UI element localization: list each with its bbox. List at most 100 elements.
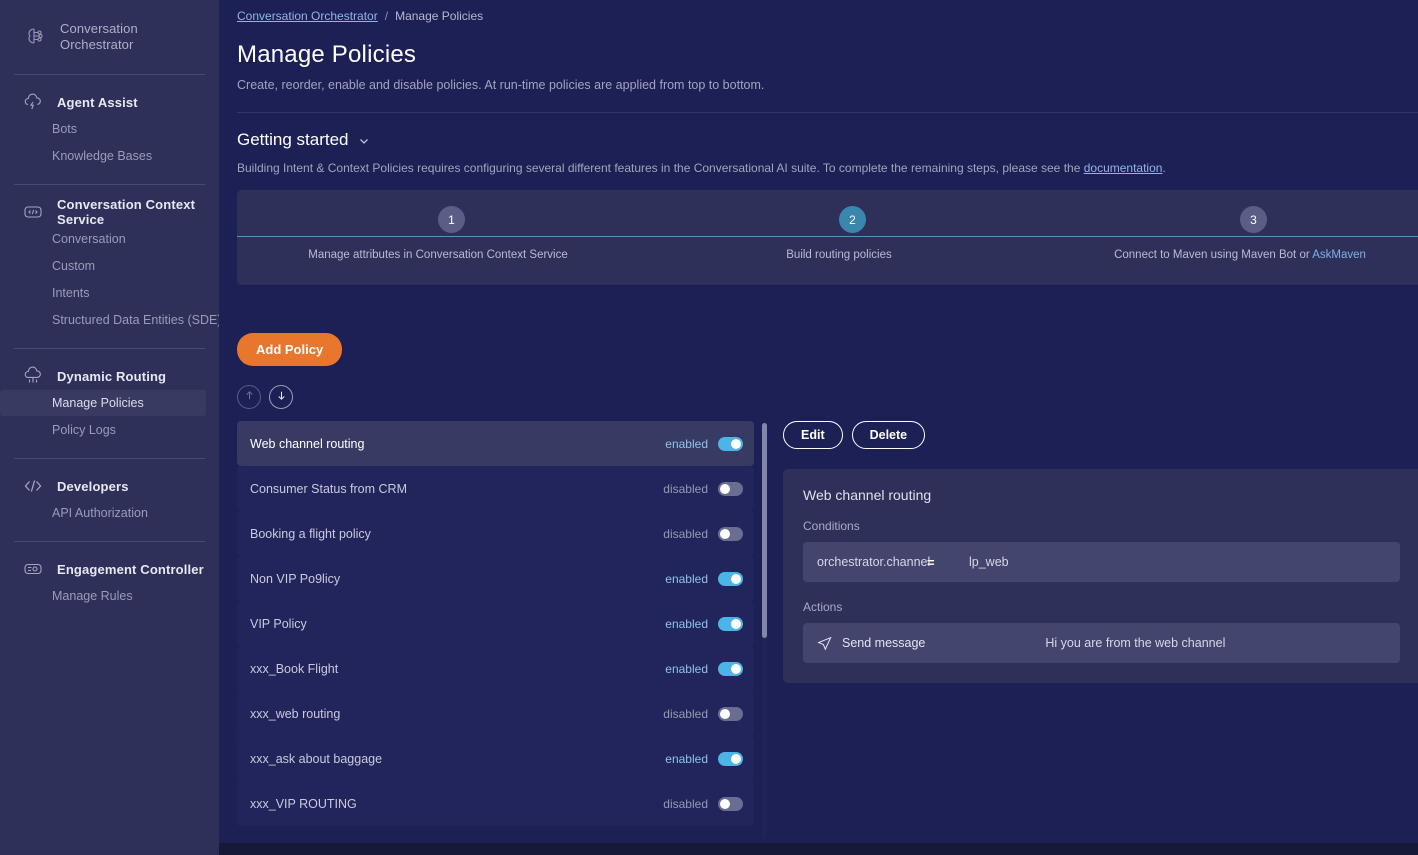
brand-line-2: Orchestrator	[60, 37, 134, 52]
stepper-step-label: Build routing policies	[786, 249, 892, 261]
sidebar-item-manage-policies[interactable]: Manage Policies	[0, 390, 206, 416]
gs-desc-before: Building Intent & Context Policies requi…	[237, 161, 1084, 175]
brain-network-icon	[22, 24, 48, 50]
cloud-lightning-icon	[22, 91, 44, 113]
conditions-label: Conditions	[803, 519, 860, 533]
stepper-line	[237, 236, 1418, 237]
toggle-knob	[731, 753, 741, 764]
policy-row[interactable]: xxx_web routing disabled	[237, 691, 754, 736]
arrow-up-icon	[243, 389, 256, 405]
policy-row[interactable]: VIP Policy enabled	[237, 601, 754, 646]
policy-row-name: Booking a flight policy	[250, 526, 371, 541]
getting-started-header[interactable]: Getting started	[219, 113, 1418, 150]
stepper-step-number: 2	[839, 206, 866, 233]
delete-button[interactable]: Delete	[851, 421, 926, 449]
policy-row[interactable]: xxx_VIP ROUTING disabled	[237, 781, 754, 826]
policy-row-toggle[interactable]	[718, 436, 743, 451]
policy-row[interactable]: Consumer Status from CRM disabled	[237, 466, 754, 511]
add-policy-button[interactable]: Add Policy	[237, 333, 343, 366]
sidebar-item-intents[interactable]: Intents	[0, 280, 206, 306]
sidebar-section-agent-assist[interactable]: Agent Assist	[0, 89, 219, 115]
brand-text: Conversation Orchestrator	[60, 21, 138, 53]
action-row: Send message Hi you are from the web chan…	[803, 623, 1400, 663]
policy-row[interactable]: xxx_Book Flight enabled	[237, 646, 754, 691]
action-name: Send message	[842, 636, 926, 650]
toggle-knob	[720, 798, 730, 809]
policy-row-toggle[interactable]	[718, 706, 743, 721]
sidebar-item-api-authorization[interactable]: API Authorization	[0, 500, 206, 526]
sidebar-section-label: Developers	[57, 478, 129, 494]
policy-row-toggle[interactable]	[718, 661, 743, 676]
policies-columns: Web channel routing enabled Consumer Statu…	[237, 421, 1418, 841]
policy-row-toggle[interactable]	[718, 571, 743, 586]
breadcrumb-separator: /	[384, 9, 389, 23]
sidebar-section-conversation-context-service[interactable]: Conversation Context Service	[0, 197, 219, 227]
sidebar-section-label: Engagement Controller	[57, 561, 204, 577]
sidebar-item-structured-data-entities-sde-[interactable]: Structured Data Entities (SDE)	[0, 307, 219, 333]
code-bubble-icon	[22, 201, 44, 223]
sidebar: Conversation Orchestrator Agent Assist Bo…	[0, 0, 219, 855]
condition-value: lp_web	[969, 555, 1009, 569]
condition-key: orchestrator.channel	[817, 555, 931, 569]
policy-row-name: xxx_VIP ROUTING	[250, 796, 357, 811]
breadcrumb-current: Manage Policies	[395, 9, 484, 23]
policy-row[interactable]: Non VIP Po9licy enabled	[237, 556, 754, 601]
page-title: Manage Policies	[237, 41, 417, 68]
policy-row[interactable]: xxx_ask about baggage enabled	[237, 736, 754, 781]
sidebar-item-knowledge-bases[interactable]: Knowledge Bases	[0, 143, 206, 169]
sidebar-item-bots[interactable]: Bots	[0, 116, 206, 142]
sidebar-section-label: Agent Assist	[57, 94, 138, 110]
breadcrumb: Conversation Orchestrator / Manage Polic…	[219, 0, 1418, 23]
arrow-down-icon	[275, 389, 288, 405]
sidebar-section-dynamic-routing[interactable]: Dynamic Routing	[0, 363, 219, 389]
policy-row-state: enabled	[665, 616, 708, 631]
brand[interactable]: Conversation Orchestrator	[0, 0, 219, 74]
stepper-step-label: Manage attributes in Conversation Contex…	[308, 249, 568, 261]
policy-row-state: disabled	[663, 796, 708, 811]
move-down-button[interactable]	[269, 385, 293, 409]
toggle-knob	[731, 663, 741, 674]
policy-row-name: Non VIP Po9licy	[250, 571, 341, 586]
askmaven-link[interactable]: AskMaven	[1312, 249, 1366, 261]
policy-row-name: xxx_Book Flight	[250, 661, 339, 676]
policy-row-name: xxx_ask about baggage	[250, 751, 383, 766]
policy-row-name: xxx_web routing	[250, 706, 341, 721]
getting-started-description: Building Intent & Context Policies requi…	[219, 150, 1418, 175]
actions-list: Send message Hi you are from the web chan…	[803, 623, 1400, 663]
sidebar-item-manage-rules[interactable]: Manage Rules	[0, 583, 206, 609]
policy-row-state: disabled	[663, 526, 708, 541]
page-subtitle: Create, reorder, enable and disable poli…	[237, 78, 765, 92]
policy-detail-panel: Edit Delete Web channel routing Conditio…	[783, 421, 1418, 841]
sidebar-item-custom[interactable]: Custom	[0, 253, 206, 279]
policy-row-state: disabled	[663, 481, 708, 496]
policy-row[interactable]: Web channel routing enabled	[237, 421, 754, 466]
sidebar-item-policy-logs[interactable]: Policy Logs	[0, 417, 206, 443]
send-message-icon	[817, 636, 832, 651]
policy-detail-card: Web channel routing Conditions orchestra…	[783, 469, 1418, 683]
policy-list-scrollbar-thumb[interactable]	[762, 423, 767, 638]
cloud-routing-icon	[22, 365, 44, 387]
breadcrumb-root-link[interactable]: Conversation Orchestrator	[237, 9, 378, 23]
policy-row-state: disabled	[663, 706, 708, 721]
policy-row-toggle[interactable]	[718, 751, 743, 766]
sidebar-group-agent-assist: Agent Assist Bots Knowledge Bases	[0, 75, 219, 184]
policy-row[interactable]: Booking a flight policy disabled	[237, 511, 754, 556]
policy-row-name: Web channel routing	[250, 436, 365, 451]
policy-row-toggle[interactable]	[718, 796, 743, 811]
sidebar-section-developers[interactable]: Developers	[0, 473, 219, 499]
policy-detail-title: Web channel routing	[803, 487, 932, 503]
policy-row-toggle[interactable]	[718, 526, 743, 541]
sidebar-item-conversation[interactable]: Conversation	[0, 226, 206, 252]
chevron-down-icon[interactable]	[358, 134, 370, 146]
policy-row-toggle[interactable]	[718, 616, 743, 631]
edit-button[interactable]: Edit	[783, 421, 843, 449]
reorder-controls	[237, 385, 1418, 409]
policy-list-scrollbar[interactable]	[762, 423, 767, 839]
toggle-knob	[731, 618, 741, 629]
sidebar-section-engagement-controller[interactable]: Engagement Controller	[0, 556, 219, 582]
move-up-button[interactable]	[237, 385, 261, 409]
getting-started-stepper: 1 Manage attributes in Conversation Conte…	[237, 190, 1418, 285]
policy-row-toggle[interactable]	[718, 481, 743, 496]
sidebar-group-conversation-context-service: Conversation Context Service Conversation…	[0, 185, 219, 348]
documentation-link[interactable]: documentation	[1084, 161, 1163, 175]
